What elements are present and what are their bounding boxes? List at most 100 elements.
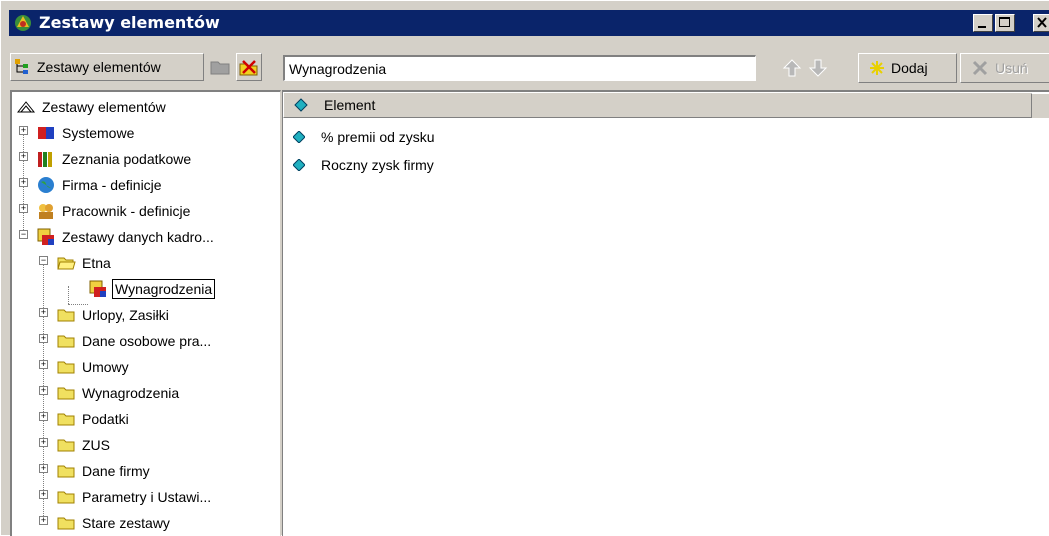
remove-button[interactable]: Usuń (960, 53, 1049, 83)
folder-icon (210, 61, 230, 75)
tree-item-label: Firma - definicje (62, 177, 162, 193)
diamond-icon (294, 98, 308, 112)
diamond-icon (293, 159, 305, 171)
sets-tree[interactable]: Zestawy elementów + Systemowe + Zeznania… (10, 90, 281, 536)
tree-item-zus[interactable]: ZUS (56, 432, 112, 458)
move-up-button[interactable] (780, 55, 804, 81)
tree-item-firma[interactable]: Firma - definicje (36, 172, 164, 198)
folder-icon (57, 335, 75, 348)
tree-item-pracownik[interactable]: Pracownik - definicje (36, 198, 192, 224)
minimize-icon (978, 26, 986, 28)
tree-item-label: Zestawy danych kadro... (62, 229, 214, 245)
tree-item-label: Zeznania podatkowe (62, 151, 192, 167)
tree-item-wynagrodzenia[interactable]: Wynagrodzenia (56, 380, 181, 406)
collapse-toggle[interactable]: − (19, 230, 28, 239)
expand-toggle[interactable]: + (19, 126, 28, 135)
folder-icon (57, 387, 75, 400)
expand-toggle[interactable]: + (39, 412, 48, 421)
expand-toggle[interactable]: + (39, 516, 48, 525)
list-item[interactable]: Roczny zysk firmy (283, 152, 434, 178)
expand-toggle[interactable]: + (39, 490, 48, 499)
tree-item-label: Stare zestawy (82, 515, 170, 531)
books-icon (38, 152, 52, 167)
tree-item-label: Dane firmy (82, 463, 150, 479)
expand-toggle[interactable]: + (39, 464, 48, 473)
add-button-label: Dodaj (891, 60, 928, 76)
data-set-icon (37, 228, 54, 245)
tree-item-label: Systemowe (62, 125, 135, 141)
tree-item-umowy[interactable]: Umowy (56, 354, 131, 380)
move-down-button[interactable] (806, 55, 830, 81)
collapse-toggle[interactable]: − (39, 256, 48, 265)
app-icon (15, 15, 31, 31)
tree-item-label: Podatki (82, 411, 129, 427)
diamond-icon (293, 131, 305, 143)
expand-toggle[interactable]: + (39, 386, 48, 395)
tree-item-dane-osobowe[interactable]: Dane osobowe pra... (56, 328, 213, 354)
set-name-input[interactable] (283, 55, 756, 81)
folder-open-icon (57, 257, 76, 270)
minimize-button[interactable] (973, 14, 993, 32)
tree-item-wynagrodzenia-selected[interactable]: Wynagrodzenia (88, 276, 216, 302)
expand-toggle[interactable]: + (19, 152, 28, 161)
tree-item-etna[interactable]: Etna (56, 250, 113, 276)
expand-toggle[interactable]: + (39, 308, 48, 317)
tree-item-podatki[interactable]: Podatki (56, 406, 131, 432)
tree-sets-icon (15, 59, 28, 74)
add-button[interactable]: Dodaj (858, 53, 957, 83)
tree-item-parametry[interactable]: Parametry i Ustawi... (56, 484, 213, 510)
tree-root[interactable]: Zestawy elementów (16, 94, 168, 120)
expand-toggle[interactable]: + (39, 334, 48, 343)
people-icon (39, 204, 53, 219)
expand-toggle[interactable]: + (39, 360, 48, 369)
title-bar[interactable]: Zestawy elementów (9, 10, 1049, 36)
close-icon (1037, 17, 1047, 28)
delete-set-button[interactable] (236, 53, 262, 81)
tree-item-label: ZUS (82, 437, 110, 453)
arrow-down-icon (808, 59, 828, 77)
folder-icon (57, 439, 75, 452)
delete-x-icon (239, 60, 258, 76)
tree-item-zeznania[interactable]: Zeznania podatkowe (36, 146, 193, 172)
arrow-up-icon (782, 59, 802, 77)
folder-icon (57, 491, 75, 504)
tree-item-label: Urlopy, Zasiłki (82, 307, 169, 323)
tree-item-zestawy-danych[interactable]: Zestawy danych kadro... (36, 224, 216, 250)
tree-item-label: Pracownik - definicje (62, 203, 191, 219)
expand-toggle[interactable]: + (19, 178, 28, 187)
folder-button[interactable] (207, 53, 233, 81)
tree-item-stare-zestawy[interactable]: Stare zestawy (56, 510, 172, 536)
tree-item-label: Wynagrodzenia (82, 385, 180, 401)
column-header-label: Element (324, 97, 376, 113)
globe-icon (38, 177, 54, 193)
expand-toggle[interactable]: + (19, 204, 28, 213)
tree-root-label: Zestawy elementów (42, 99, 166, 115)
sets-root-icon (16, 101, 36, 113)
list-item-label: Roczny zysk firmy (321, 157, 434, 173)
data-set-icon (89, 280, 106, 297)
remove-x-icon (972, 60, 988, 76)
sets-button-label: Zestawy elementów (37, 59, 161, 75)
sets-button[interactable]: Zestawy elementów (10, 53, 204, 81)
elements-list[interactable]: Element % premii od zysku Roczny zysk fi… (282, 90, 1049, 536)
maximize-icon (999, 17, 1010, 27)
tree-item-urlopy[interactable]: Urlopy, Zasiłki (56, 302, 171, 328)
folder-icon (57, 309, 75, 322)
list-item[interactable]: % premii od zysku (283, 124, 435, 150)
system-set-icon (38, 127, 54, 139)
close-button[interactable] (1033, 14, 1049, 32)
window-title: Zestawy elementów (39, 13, 220, 32)
tree-item-label: Dane osobowe pra... (82, 333, 212, 349)
star-icon (870, 61, 884, 75)
list-item-label: % premii od zysku (321, 129, 435, 145)
window: Zestawy elementów Zestawy elementów Wyna… (0, 0, 1049, 536)
tree-item-systemowe[interactable]: Systemowe (36, 120, 136, 146)
expand-toggle[interactable]: + (39, 438, 48, 447)
tree-item-label: Umowy (82, 359, 129, 375)
column-header-element[interactable]: Element (283, 92, 1049, 118)
maximize-button[interactable] (995, 14, 1015, 32)
tree-item-dane-firmy[interactable]: Dane firmy (56, 458, 152, 484)
tree-item-label: Etna (82, 255, 111, 271)
remove-button-label: Usuń (995, 60, 1028, 76)
tree-item-label: Wynagrodzenia (112, 279, 216, 299)
